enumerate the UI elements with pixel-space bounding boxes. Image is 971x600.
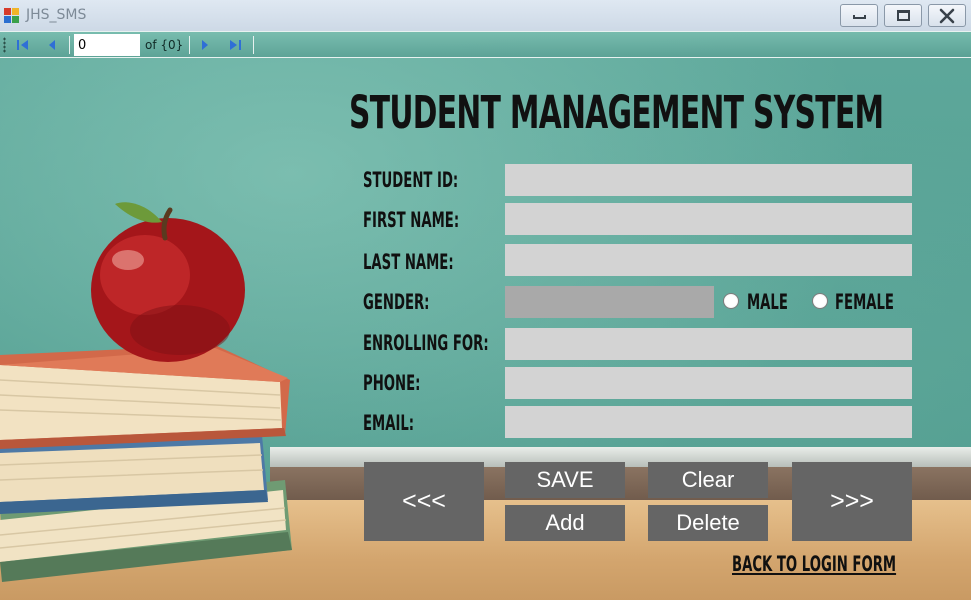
female-radio-label[interactable]: FEMALE (835, 290, 894, 314)
toolbar-separator (253, 36, 254, 54)
books-and-apple-illustration (0, 202, 292, 582)
gender-field[interactable] (505, 286, 714, 318)
phone-field[interactable] (505, 367, 912, 399)
first-name-label: FIRST NAME: (363, 208, 460, 232)
first-name-field[interactable] (505, 203, 912, 235)
minimize-button[interactable] (840, 4, 878, 27)
move-last-button[interactable] (224, 36, 246, 54)
back-to-login-link[interactable]: BACK TO LOGIN FORM (732, 552, 896, 576)
minimize-icon (852, 14, 866, 19)
add-button[interactable]: Add (505, 505, 625, 541)
move-last-icon (230, 40, 241, 50)
move-previous-button[interactable] (41, 36, 63, 54)
male-radio-label[interactable]: MALE (747, 290, 788, 314)
student-id-field[interactable] (505, 164, 912, 196)
close-icon (939, 8, 955, 23)
maximize-button[interactable] (884, 4, 922, 27)
move-next-button[interactable] (194, 36, 216, 54)
move-first-icon (17, 40, 28, 50)
email-label: EMAIL: (363, 411, 415, 435)
clear-button[interactable]: Clear (648, 462, 768, 498)
position-input[interactable] (74, 34, 140, 56)
page-title: STUDENT MANAGEMENT SYSTEM (349, 86, 884, 139)
enrolling-for-label: ENROLLING FOR: (363, 331, 489, 355)
window-title: JHS_SMS (26, 7, 87, 23)
next-record-button[interactable]: >>> (792, 462, 912, 541)
count-label: of {0} (145, 38, 184, 52)
window-title-bar[interactable]: JHS_SMS (0, 0, 971, 31)
enrolling-for-field[interactable] (505, 328, 912, 360)
app-icon (4, 8, 20, 23)
student-id-label: STUDENT ID: (363, 168, 459, 192)
female-radio[interactable] (812, 293, 828, 309)
last-name-label: LAST NAME: (363, 250, 454, 274)
move-next-icon (202, 40, 208, 50)
toolbar-grip[interactable] (3, 37, 6, 53)
gender-label: GENDER: (363, 290, 430, 314)
close-button[interactable] (928, 4, 966, 27)
binding-navigator: of {0} (0, 31, 971, 58)
maximize-icon (896, 10, 910, 21)
last-name-field[interactable] (505, 244, 912, 276)
phone-label: PHONE: (363, 371, 421, 395)
previous-record-button[interactable]: <<< (364, 462, 484, 541)
male-radio[interactable] (723, 293, 739, 309)
move-first-button[interactable] (12, 36, 34, 54)
delete-button[interactable]: Delete (648, 505, 768, 541)
save-button[interactable]: SAVE (505, 462, 625, 498)
toolbar-separator (189, 36, 190, 54)
toolbar-separator (69, 36, 70, 54)
move-previous-icon (49, 40, 55, 50)
email-field[interactable] (505, 406, 912, 438)
